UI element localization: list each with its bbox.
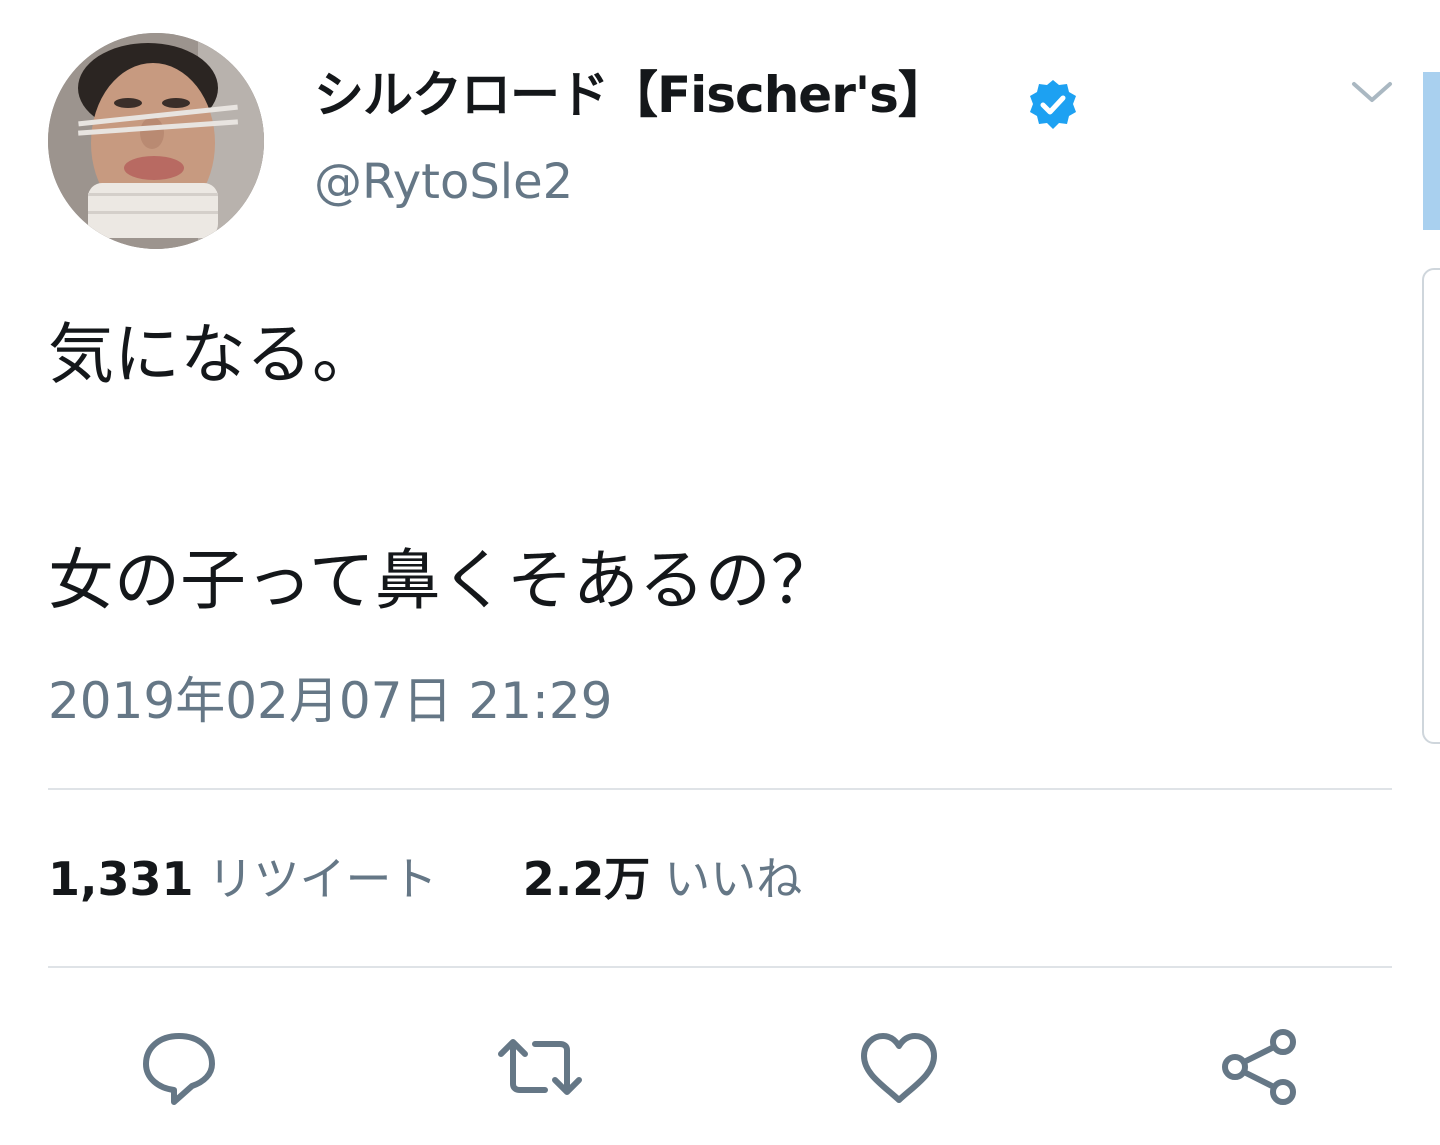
likes-stat[interactable]: 2.2万 いいね bbox=[523, 852, 803, 906]
scrollbar-accent bbox=[1423, 72, 1440, 230]
retweet-button[interactable] bbox=[495, 1022, 585, 1112]
user-avatar[interactable] bbox=[48, 33, 264, 249]
divider bbox=[48, 788, 1392, 790]
likes-count: 2.2万 bbox=[522, 852, 651, 906]
reply-icon bbox=[143, 1033, 215, 1105]
retweets-label: リツイート bbox=[207, 852, 438, 906]
user-handle[interactable]: @RytoSle2 bbox=[314, 158, 573, 206]
retweet-icon bbox=[498, 1039, 582, 1095]
tweet-text-line-1: 気になる。 bbox=[48, 316, 378, 393]
share-icon bbox=[1222, 1029, 1296, 1105]
like-button[interactable] bbox=[854, 1022, 944, 1112]
chevron-down-icon[interactable] bbox=[1350, 76, 1394, 108]
heart-icon bbox=[861, 1033, 937, 1103]
tweet-stats: 1,331 リツイート 2.2万 いいね bbox=[48, 856, 802, 902]
side-panel-edge bbox=[1422, 268, 1440, 744]
share-button[interactable] bbox=[1215, 1022, 1305, 1112]
retweets-count: 1,331 bbox=[48, 852, 194, 906]
tweet-text-line-2: 女の子って鼻くそあるの？ bbox=[48, 542, 837, 619]
tweet-timestamp[interactable]: 2019年02月07日 21:29 bbox=[48, 676, 612, 726]
divider bbox=[48, 966, 1392, 968]
verified-badge-icon bbox=[1026, 78, 1080, 132]
reply-button[interactable] bbox=[134, 1022, 224, 1112]
avatar-photo bbox=[48, 33, 264, 249]
retweets-stat[interactable]: 1,331 リツイート bbox=[48, 852, 452, 906]
likes-label: いいね bbox=[664, 852, 803, 906]
display-name[interactable]: シルクロード【Fischer's】 bbox=[314, 70, 948, 120]
